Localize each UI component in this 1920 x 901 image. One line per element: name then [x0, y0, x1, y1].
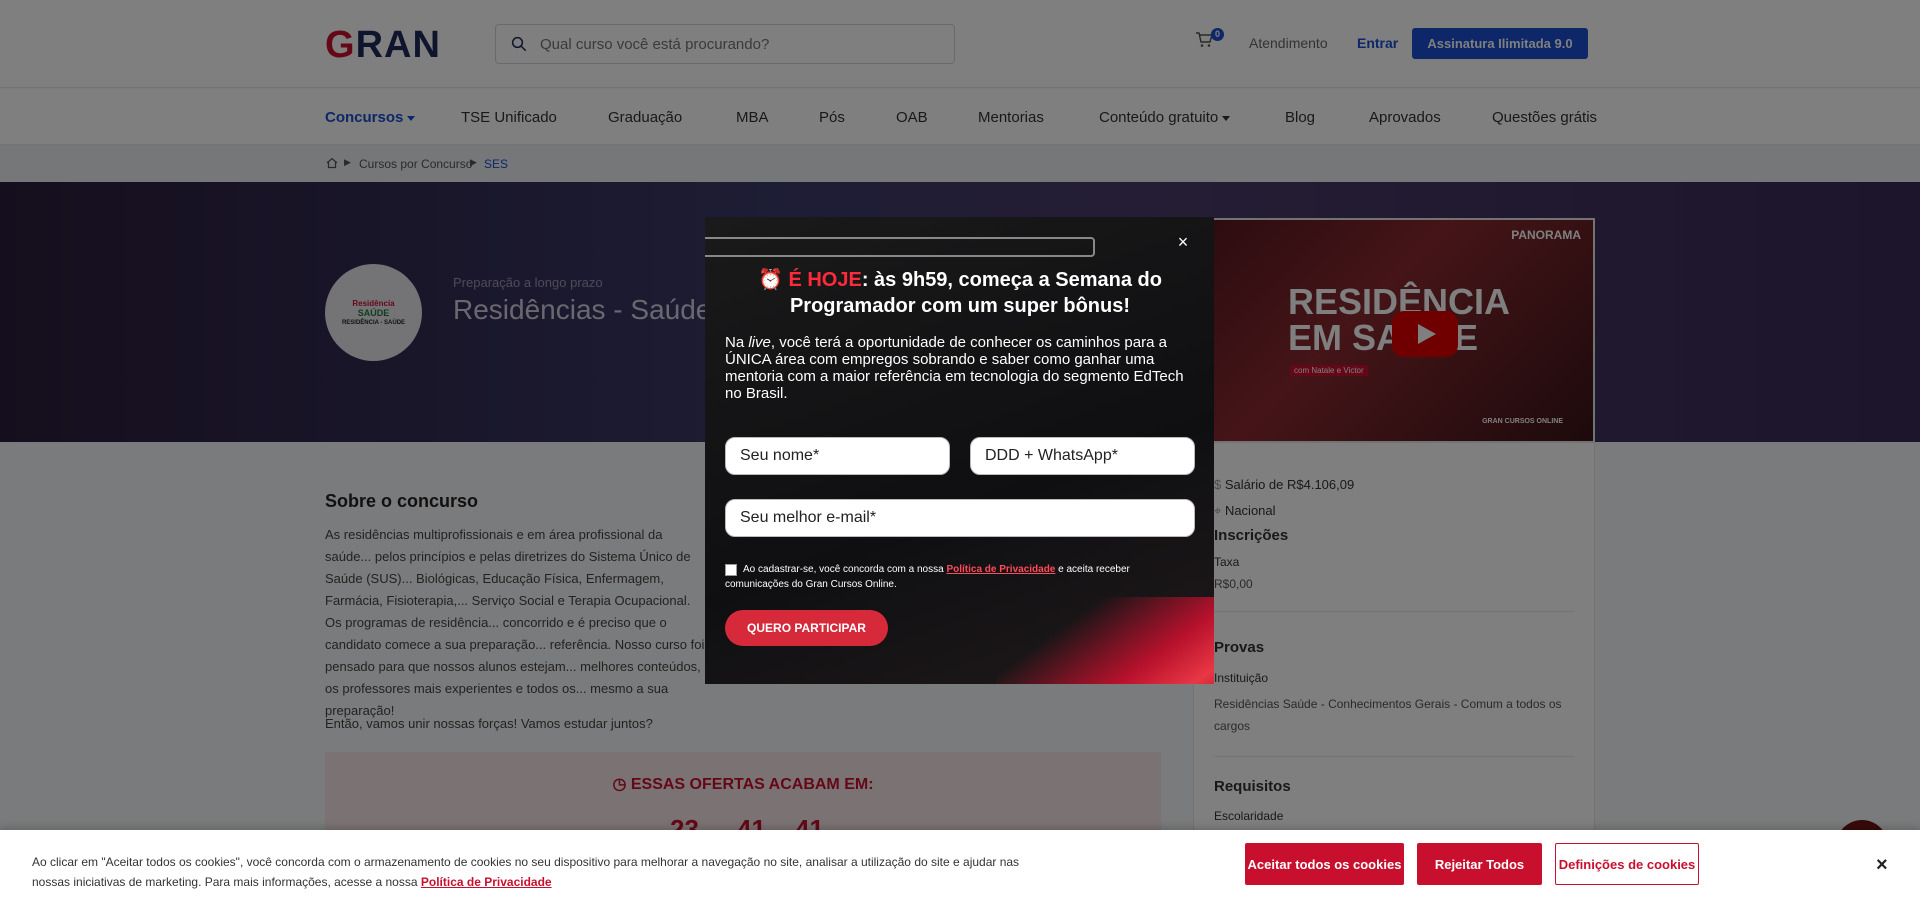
decorative-frame: [705, 237, 1095, 257]
cookie-settings-button[interactable]: Definições de cookies: [1555, 843, 1699, 885]
decorative-streak: [983, 597, 1214, 684]
name-field[interactable]: Seu nome*: [725, 437, 950, 475]
modal-headline: ⏰ É HOJE: às 9h59, começa a Semana do Pr…: [758, 269, 1162, 317]
accept-all-cookies-button[interactable]: Aceitar todos os cookies: [1245, 843, 1404, 885]
cookie-text: Ao clicar em "Aceitar todos os cookies",…: [32, 855, 1020, 889]
cookie-privacy-link[interactable]: Política de Privacidade: [421, 875, 552, 889]
modal-body-text: Na live, você terá a oportunidade de con…: [725, 334, 1184, 402]
close-icon[interactable]: ×: [1173, 232, 1193, 252]
close-icon[interactable]: ×: [1876, 854, 1888, 877]
email-field[interactable]: Seu melhor e-mail*: [725, 499, 1195, 537]
alarm-clock-icon: ⏰: [758, 269, 783, 291]
reject-all-cookies-button[interactable]: Rejeitar Todos: [1417, 843, 1542, 885]
whatsapp-field[interactable]: DDD + WhatsApp*: [970, 437, 1195, 475]
lead-modal: × ⏰ É HOJE: às 9h59, começa a Semana do …: [705, 217, 1214, 684]
quero-participar-button[interactable]: QUERO PARTICIPAR: [725, 610, 888, 646]
cookie-banner: Ao clicar em "Aceitar todos os cookies",…: [0, 830, 1920, 901]
privacy-policy-link[interactable]: Política de Privacidade: [946, 564, 1055, 575]
consent-text: Ao cadastrar-se, você concorda com a nos…: [725, 564, 1130, 590]
